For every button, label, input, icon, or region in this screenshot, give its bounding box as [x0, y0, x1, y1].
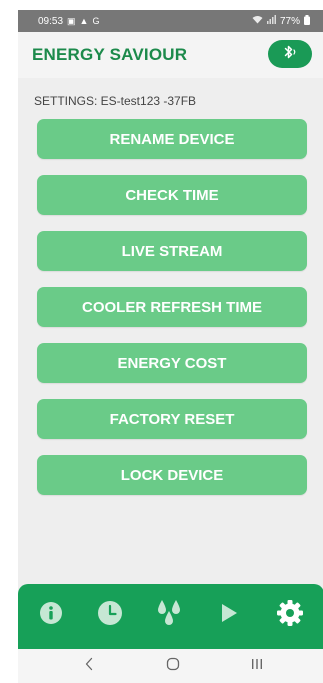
energy-cost-button[interactable]: ENERGY COST	[37, 343, 307, 383]
info-icon	[39, 601, 63, 630]
home-button[interactable]	[163, 657, 183, 675]
nav-info[interactable]	[34, 598, 68, 632]
home-icon	[166, 657, 180, 676]
battery-icon	[304, 14, 310, 28]
battery-percent: 77%	[279, 15, 300, 27]
back-button[interactable]	[79, 657, 99, 675]
cooler-refresh-time-button[interactable]: COOLER REFRESH TIME	[37, 287, 307, 327]
back-icon	[84, 657, 94, 676]
recent-apps-icon	[250, 657, 264, 676]
recent-apps-button[interactable]	[247, 657, 267, 675]
google-icon: G	[92, 15, 100, 26]
wifi-icon	[252, 15, 263, 27]
message-icon: ▣	[67, 15, 76, 26]
live-stream-button[interactable]: LIVE STREAM	[37, 231, 307, 271]
nav-stream[interactable]	[212, 598, 246, 632]
system-navigation-bar	[18, 649, 323, 683]
alert-icon: ▲	[79, 15, 89, 26]
bluetooth-icon	[282, 44, 298, 65]
app-title: ENERGY SAVIOUR	[32, 45, 188, 64]
factory-reset-button[interactable]: FACTORY RESET	[37, 399, 307, 439]
clock-icon	[97, 600, 123, 631]
nav-water[interactable]	[152, 598, 186, 632]
check-time-button[interactable]: CHECK TIME	[37, 175, 307, 215]
bottom-navigation	[18, 584, 323, 649]
nav-settings[interactable]	[273, 598, 307, 632]
app-header: ENERGY SAVIOUR	[18, 32, 323, 78]
play-icon	[219, 602, 239, 629]
nav-schedule[interactable]	[93, 598, 127, 632]
signal-icon	[266, 15, 276, 27]
rename-device-button[interactable]: RENAME DEVICE	[37, 119, 307, 159]
lock-device-button[interactable]: LOCK DEVICE	[37, 455, 307, 495]
drops-icon	[153, 597, 185, 634]
status-time: 09:53	[38, 15, 64, 27]
device-settings-label: SETTINGS: ES-test123 -37FB	[34, 94, 197, 108]
bluetooth-button[interactable]	[268, 40, 312, 68]
status-bar: 09:53 ▣ ▲ G 77%	[18, 10, 323, 32]
gear-icon	[276, 599, 304, 632]
phone-screen: 09:53 ▣ ▲ G 77% ENERGY SAVIOUR SETTINGS:…	[18, 10, 323, 683]
